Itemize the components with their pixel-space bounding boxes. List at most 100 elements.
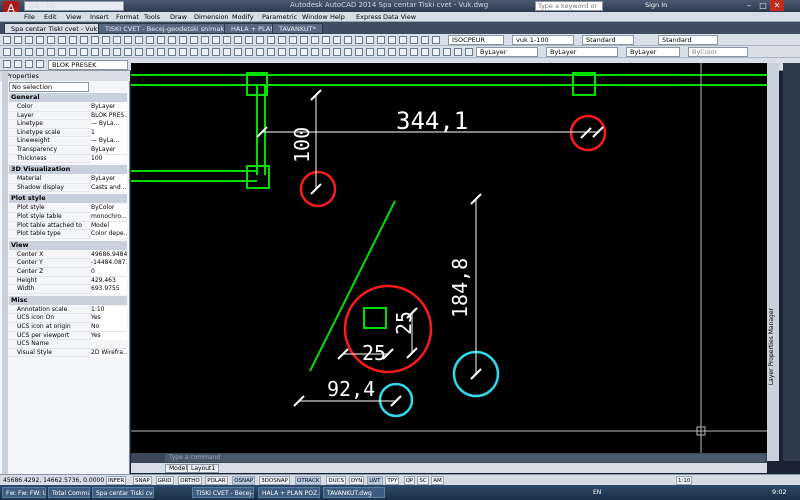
property-row[interactable]: Transparency ByLayer xyxy=(9,146,127,155)
drawing-canvas[interactable]: 344,1 100 184,8 25 25 92,4 xyxy=(131,63,767,461)
dimension-text[interactable]: 344,1 xyxy=(396,107,468,135)
dimension-text[interactable]: 25 xyxy=(392,311,416,335)
toolbar-icon[interactable] xyxy=(234,48,242,56)
menu-draw[interactable]: Draw xyxy=(170,13,187,21)
property-row[interactable]: Plot table attached to Model xyxy=(9,221,127,231)
toolbar-icon[interactable] xyxy=(355,48,363,56)
toolbar-icon[interactable] xyxy=(399,48,407,56)
section-view[interactable]: View xyxy=(9,240,127,250)
toolbar-icon[interactable] xyxy=(3,60,11,68)
document-tab[interactable]: Spa centar Tiski cvet - Vuk* xyxy=(4,23,108,34)
dimension-text[interactable]: 25 xyxy=(362,341,386,365)
toolbar-icon[interactable] xyxy=(124,48,132,56)
toolbar-icon[interactable] xyxy=(267,36,275,44)
property-value[interactable]: Yes xyxy=(91,314,127,323)
selection-combo[interactable]: No selection xyxy=(9,82,89,92)
status-toggle-polar[interactable]: POLAR xyxy=(205,476,228,485)
minimize-icon[interactable]: – xyxy=(742,0,756,11)
toolbar-icon[interactable] xyxy=(366,36,374,44)
section-plot-style[interactable]: Plot style xyxy=(9,194,127,204)
toolbar-icon[interactable] xyxy=(190,36,198,44)
color-combo[interactable]: ByLayer xyxy=(476,47,538,57)
property-row[interactable]: UCS icon On Yes xyxy=(9,314,127,323)
property-value[interactable]: Casts and ... xyxy=(91,183,127,193)
toolbar-icon[interactable] xyxy=(432,48,440,56)
toolbar-icon[interactable] xyxy=(234,36,242,44)
toolbar-icon[interactable] xyxy=(333,36,341,44)
toolbar-icon[interactable] xyxy=(278,48,286,56)
menu-dimension[interactable]: Dimension xyxy=(194,13,229,21)
property-value[interactable]: BLOK PRES... xyxy=(91,111,127,120)
toolbar-icon[interactable] xyxy=(267,48,275,56)
toolbar-icon[interactable] xyxy=(443,48,451,56)
status-toggle-osnap[interactable]: OSNAP xyxy=(232,476,256,485)
toolbar-icon[interactable] xyxy=(190,48,198,56)
toolbar-icon[interactable] xyxy=(322,36,330,44)
toolbar-icon[interactable] xyxy=(3,36,11,44)
property-value[interactable]: monochro... xyxy=(91,213,127,222)
document-tab[interactable]: TAVANKUT* xyxy=(272,23,323,34)
property-value[interactable]: ByLayer xyxy=(91,175,127,184)
toolbar-icon[interactable] xyxy=(146,36,154,44)
property-row[interactable]: UCS per viewport Yes xyxy=(9,331,127,341)
toolbar-icon[interactable] xyxy=(289,48,297,56)
toolbar-icon[interactable] xyxy=(179,48,187,56)
dimension-text[interactable]: 92,4 xyxy=(327,377,375,401)
toolbar-icon[interactable] xyxy=(179,36,187,44)
toolbar-icon[interactable] xyxy=(69,36,77,44)
menu-window[interactable]: Window xyxy=(302,13,328,21)
menu-express[interactable]: Express xyxy=(356,13,381,21)
toolbar-icon[interactable] xyxy=(14,48,22,56)
toolbar-icon[interactable] xyxy=(113,36,121,44)
workspace-selector[interactable]: vuk - 2D xyxy=(24,1,124,11)
text-style-combo[interactable]: ISOCPEUR xyxy=(448,35,504,45)
property-row[interactable]: Visual Style 2D Wirefra... xyxy=(9,348,127,358)
toolbar-icon[interactable] xyxy=(58,48,66,56)
property-value[interactable]: ByColor xyxy=(91,204,127,213)
property-row[interactable]: Plot style ByColor xyxy=(9,204,127,213)
property-row[interactable]: Shadow display Casts and ... xyxy=(9,183,127,193)
section-general[interactable]: General xyxy=(9,93,127,102)
toolbar-icon[interactable] xyxy=(91,48,99,56)
menu-insert[interactable]: Insert xyxy=(90,13,109,21)
property-row[interactable]: UCS icon at origin No xyxy=(9,323,127,332)
language-indicator[interactable]: EN xyxy=(590,487,604,498)
toolbar-icon[interactable] xyxy=(289,36,297,44)
toolbar-icon[interactable] xyxy=(333,48,341,56)
status-toggle-dyn[interactable]: DYN xyxy=(349,476,365,485)
table-style-combo[interactable]: Standard xyxy=(582,35,634,45)
taskbar-item[interactable]: TAVANKUT.dwg xyxy=(323,487,385,498)
toolbar-icon[interactable] xyxy=(344,36,352,44)
property-value[interactable]: 1 xyxy=(91,128,127,138)
status-toggle-lwt[interactable]: LWT xyxy=(367,476,383,485)
toolbar-icon[interactable] xyxy=(344,48,352,56)
plot-style-combo[interactable]: ByColor xyxy=(688,47,748,57)
menu-view[interactable]: View xyxy=(66,13,81,21)
status-toggle-snap[interactable]: SNAP xyxy=(133,476,152,485)
toolbar-icon[interactable] xyxy=(410,48,418,56)
property-row[interactable]: Lineweight — ByLa... xyxy=(9,137,127,146)
toolbar-icon[interactable] xyxy=(432,36,440,44)
property-row[interactable]: Linetype — ByLa... xyxy=(9,120,127,129)
property-value[interactable]: No xyxy=(91,323,127,332)
toolbar-icon[interactable] xyxy=(47,48,55,56)
toolbar-icon[interactable] xyxy=(256,36,264,44)
toolbar-icon[interactable] xyxy=(102,36,110,44)
menu-data-view[interactable]: Data View xyxy=(383,13,416,21)
toolbar-icon[interactable] xyxy=(388,48,396,56)
toolbar-icon[interactable] xyxy=(311,36,319,44)
property-value[interactable]: — ByLa... xyxy=(91,137,127,146)
menu-modify[interactable]: Modify xyxy=(232,13,254,21)
toolbar-icon[interactable] xyxy=(212,48,220,56)
property-value[interactable]: Model xyxy=(91,221,127,230)
property-row[interactable]: Center X 49686.9484 xyxy=(9,250,127,260)
close-icon[interactable]: ✕ xyxy=(770,0,784,11)
command-input[interactable]: Type a command xyxy=(165,454,765,462)
status-toggle-tpy[interactable]: TPY xyxy=(385,476,400,485)
property-value[interactable]: ByLayer xyxy=(91,103,127,112)
menu-file[interactable]: File xyxy=(24,13,35,21)
property-row[interactable]: Linetype scale 1 xyxy=(9,128,127,138)
property-row[interactable]: Layer BLOK PRES... xyxy=(9,111,127,121)
toolbar-icon[interactable] xyxy=(465,48,473,56)
menu-parametric[interactable]: Parametric xyxy=(262,13,297,21)
